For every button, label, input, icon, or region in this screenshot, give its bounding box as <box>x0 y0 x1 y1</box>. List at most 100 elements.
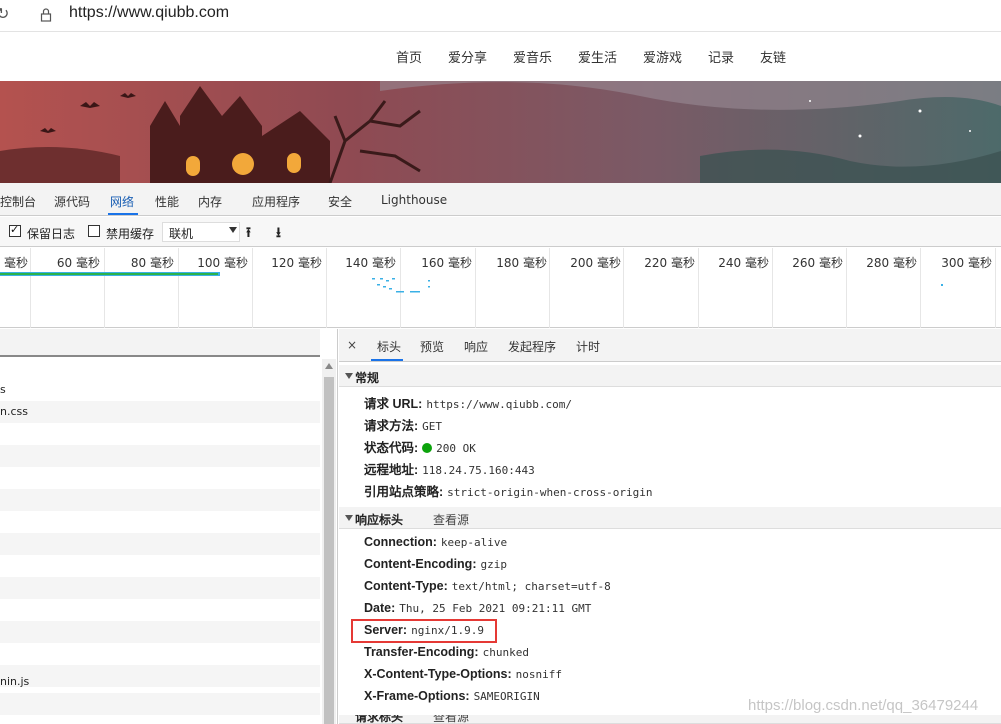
header-key: Date: <box>364 601 396 615</box>
tab-timing[interactable]: 计时 <box>576 338 600 355</box>
triangle-down-icon <box>345 373 353 379</box>
header-key: X-Content-Type-Options: <box>364 667 512 681</box>
scroll-up-icon[interactable] <box>325 363 333 369</box>
header-value: strict-origin-when-cross-origin <box>447 486 653 499</box>
halloween-banner-image <box>0 81 1001 183</box>
list-item[interactable] <box>0 467 320 489</box>
header-value: SAMEORIGIN <box>473 690 540 703</box>
header-key: 状态代码: <box>364 441 419 455</box>
header-key: X-Frame-Options: <box>364 689 470 703</box>
upload-icon[interactable]: ⭱ <box>246 222 251 246</box>
nav-link-games[interactable]: 爱游戏 <box>643 47 682 66</box>
header-value: text/html; charset=utf-8 <box>451 580 611 593</box>
disable-cache-checkbox[interactable] <box>88 225 100 237</box>
header-key: 引用站点策略: <box>364 485 444 499</box>
preserve-log-label[interactable]: 保留日志 <box>27 225 75 242</box>
scroll-thumb[interactable] <box>324 377 334 724</box>
tab-sources[interactable]: 源代码 <box>54 193 90 210</box>
request-list[interactable]: s n.css nin.js <box>0 329 338 724</box>
general-row: 远程地址: 118.24.75.160:443 <box>364 459 535 479</box>
list-item[interactable]: s <box>0 379 320 401</box>
list-item[interactable] <box>0 599 320 621</box>
timeline-bars <box>0 272 943 293</box>
header-value: nosniff <box>515 668 563 681</box>
request-headers-title: 请求标头 <box>355 715 404 724</box>
tab-network[interactable]: 网络 <box>110 193 134 210</box>
header-value: gzip <box>480 558 507 571</box>
request-list-header[interactable] <box>0 329 320 357</box>
download-icon[interactable]: ⭳ <box>276 222 281 246</box>
general-row: 请求 URL: https://www.qiubb.com/ <box>364 393 572 413</box>
response-header-row: X-Frame-Options: SAMEORIGIN <box>364 689 540 709</box>
tab-security[interactable]: 安全 <box>328 193 352 210</box>
header-key: Content-Encoding: <box>364 557 477 571</box>
tab-application[interactable]: 应用程序 <box>252 193 300 210</box>
url-text[interactable]: https://www.qiubb.com <box>69 4 229 22</box>
list-item[interactable] <box>0 643 320 665</box>
nav-link-share[interactable]: 爱分享 <box>448 47 487 66</box>
reload-icon[interactable]: ↻ <box>0 4 12 24</box>
list-item[interactable] <box>0 555 320 577</box>
header-value: https://www.qiubb.com/ <box>426 398 573 411</box>
nav-link-music[interactable]: 爱音乐 <box>513 47 552 66</box>
close-icon[interactable]: × <box>347 338 357 352</box>
list-item[interactable] <box>0 489 320 511</box>
list-item[interactable] <box>0 693 320 715</box>
address-bar[interactable]: ↻ https://www.qiubb.com <box>0 0 1001 32</box>
watermark: https://blog.csdn.net/qq_36479244 <box>748 697 979 714</box>
view-source-link[interactable]: 查看源 <box>433 715 469 723</box>
response-header-row: Connection: keep-alive <box>364 535 507 555</box>
list-item[interactable] <box>0 577 320 599</box>
header-key: 请求 URL: <box>364 397 423 411</box>
tab-lighthouse[interactable]: Lighthouse <box>381 193 447 207</box>
devtools-tabs: 控制台 源代码 网络 性能 内存 应用程序 安全 Lighthouse <box>0 183 1001 216</box>
header-value: Thu, 25 Feb 2021 09:21:11 GMT <box>399 602 592 615</box>
preserve-log-checkbox[interactable] <box>9 223 21 237</box>
list-item[interactable]: nin.js <box>0 671 320 693</box>
tab-preview[interactable]: 预览 <box>420 338 444 355</box>
response-headers-title: 响应标头 <box>355 513 404 527</box>
list-item[interactable]: n.css <box>0 401 320 423</box>
list-item[interactable] <box>0 621 320 643</box>
general-section-title: 常规 <box>355 371 380 385</box>
response-header-row: Content-Encoding: gzip <box>364 557 507 577</box>
nav-link-records[interactable]: 记录 <box>708 47 734 66</box>
header-value: 200 OK <box>436 442 476 455</box>
general-row: 状态代码: 200 OK <box>364 437 476 457</box>
view-source-link[interactable]: 查看源 <box>433 511 469 528</box>
nav-link-friends[interactable]: 友链 <box>760 47 786 66</box>
disable-cache-label[interactable]: 禁用缓存 <box>106 225 154 242</box>
tab-console[interactable]: 控制台 <box>0 193 36 210</box>
header-key: 请求方法: <box>364 419 419 433</box>
site-nav: 首页 爱分享 爱音乐 爱生活 爱游戏 记录 友链 <box>0 33 1001 81</box>
lock-icon[interactable] <box>40 7 52 23</box>
throttle-select[interactable]: 联机 <box>162 222 240 242</box>
list-item[interactable] <box>0 511 320 533</box>
response-header-row: Content-Type: text/html; charset=utf-8 <box>364 579 611 599</box>
network-toolbar: 保留日志 禁用缓存 联机 ⭱ ⭳ <box>0 217 1001 247</box>
chevron-down-icon <box>229 227 237 233</box>
response-header-row: Transfer-Encoding: chunked <box>364 645 529 665</box>
list-item[interactable] <box>0 533 320 555</box>
tab-headers[interactable]: 标头 <box>377 338 401 355</box>
general-section-header[interactable]: 常规 <box>339 365 1001 387</box>
nav-link-life[interactable]: 爱生活 <box>578 47 617 66</box>
header-value: keep-alive <box>440 536 508 549</box>
request-list-scrollbar[interactable] <box>322 359 336 724</box>
tab-performance[interactable]: 性能 <box>155 193 179 210</box>
list-item[interactable] <box>0 445 320 467</box>
nav-link-home[interactable]: 首页 <box>396 47 422 66</box>
request-detail-pane: × 标头 预览 响应 发起程序 计时 常规 请求 URL: https://www… <box>339 329 1001 724</box>
header-value: chunked <box>482 646 529 659</box>
list-item[interactable] <box>0 423 320 445</box>
tab-response[interactable]: 响应 <box>464 338 488 355</box>
throttle-value: 联机 <box>169 227 194 241</box>
header-key: Transfer-Encoding: <box>364 645 479 659</box>
network-timeline[interactable]: 毫秒 60 毫秒 80 毫秒 100 毫秒 120 毫秒 140 毫秒 160 … <box>0 248 1001 328</box>
active-detail-tab-indicator <box>371 359 403 361</box>
request-headers-section-header[interactable]: 请求标头 查看源 <box>339 715 1001 724</box>
tab-memory[interactable]: 内存 <box>198 193 222 210</box>
status-ok-icon <box>422 443 433 453</box>
response-headers-section-header[interactable]: 响应标头 查看源 <box>339 507 1001 529</box>
tab-initiator[interactable]: 发起程序 <box>508 338 556 355</box>
